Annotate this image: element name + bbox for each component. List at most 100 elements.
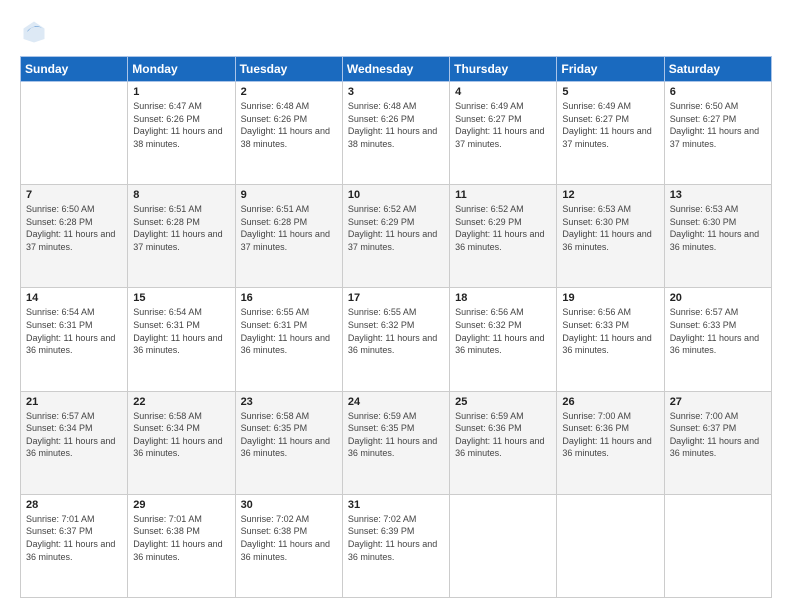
calendar-cell: 31Sunrise: 7:02 AMSunset: 6:39 PMDayligh… (342, 494, 449, 597)
calendar-week-row: 1 Sunrise: 6:47 AMSunset: 6:26 PMDaylight… (21, 82, 772, 185)
calendar-cell (557, 494, 664, 597)
calendar-day-header: Monday (128, 57, 235, 82)
day-number: 23 (241, 396, 337, 408)
day-number: 9 (241, 189, 337, 201)
calendar-cell: 11 Sunrise: 6:52 AMSunset: 6:29 PMDayligh… (450, 185, 557, 288)
cell-info: Sunrise: 6:47 AMSunset: 6:26 PMDaylight:… (133, 100, 229, 150)
day-number: 22 (133, 396, 229, 408)
calendar-cell: 22 Sunrise: 6:58 AMSunset: 6:34 PMDayligh… (128, 391, 235, 494)
cell-info: Sunrise: 6:49 AMSunset: 6:27 PMDaylight:… (455, 100, 551, 150)
cell-info: Sunrise: 6:50 AMSunset: 6:27 PMDaylight:… (670, 100, 766, 150)
day-number: 19 (562, 292, 658, 304)
calendar-table: SundayMondayTuesdayWednesdayThursdayFrid… (20, 56, 772, 598)
day-number: 30 (241, 499, 337, 511)
cell-info: Sunrise: 6:53 AMSunset: 6:30 PMDaylight:… (562, 203, 658, 253)
calendar-cell: 25 Sunrise: 6:59 AMSunset: 6:36 PMDayligh… (450, 391, 557, 494)
calendar-cell: 21Sunrise: 6:57 AMSunset: 6:34 PMDayligh… (21, 391, 128, 494)
cell-info: Sunrise: 6:54 AMSunset: 6:31 PMDaylight:… (26, 306, 122, 356)
day-number: 11 (455, 189, 551, 201)
day-number: 16 (241, 292, 337, 304)
calendar-week-row: 21Sunrise: 6:57 AMSunset: 6:34 PMDayligh… (21, 391, 772, 494)
calendar-cell: 4 Sunrise: 6:49 AMSunset: 6:27 PMDaylight… (450, 82, 557, 185)
header (20, 18, 772, 46)
calendar-week-row: 7 Sunrise: 6:50 AMSunset: 6:28 PMDaylight… (21, 185, 772, 288)
cell-info: Sunrise: 6:54 AMSunset: 6:31 PMDaylight:… (133, 306, 229, 356)
day-number: 1 (133, 86, 229, 98)
calendar-cell: 7 Sunrise: 6:50 AMSunset: 6:28 PMDaylight… (21, 185, 128, 288)
day-number: 29 (133, 499, 229, 511)
calendar-header-row: SundayMondayTuesdayWednesdayThursdayFrid… (21, 57, 772, 82)
calendar-cell: 19 Sunrise: 6:56 AMSunset: 6:33 PMDayligh… (557, 288, 664, 391)
calendar-cell: 2 Sunrise: 6:48 AMSunset: 6:26 PMDaylight… (235, 82, 342, 185)
calendar-cell: 10 Sunrise: 6:52 AMSunset: 6:29 PMDayligh… (342, 185, 449, 288)
calendar-day-header: Saturday (664, 57, 771, 82)
calendar-cell: 20 Sunrise: 6:57 AMSunset: 6:33 PMDayligh… (664, 288, 771, 391)
calendar-week-row: 14 Sunrise: 6:54 AMSunset: 6:31 PMDayligh… (21, 288, 772, 391)
calendar-cell: 17 Sunrise: 6:55 AMSunset: 6:32 PMDayligh… (342, 288, 449, 391)
cell-info: Sunrise: 6:48 AMSunset: 6:26 PMDaylight:… (348, 100, 444, 150)
calendar-cell: 13 Sunrise: 6:53 AMSunset: 6:30 PMDayligh… (664, 185, 771, 288)
day-number: 12 (562, 189, 658, 201)
cell-info: Sunrise: 6:49 AMSunset: 6:27 PMDaylight:… (562, 100, 658, 150)
calendar-cell: 15 Sunrise: 6:54 AMSunset: 6:31 PMDayligh… (128, 288, 235, 391)
calendar-cell (450, 494, 557, 597)
day-number: 7 (26, 189, 122, 201)
cell-info: Sunrise: 6:57 AMSunset: 6:33 PMDaylight:… (670, 306, 766, 356)
calendar-week-row: 28 Sunrise: 7:01 AMSunset: 6:37 PMDayligh… (21, 494, 772, 597)
day-number: 25 (455, 396, 551, 408)
cell-info: Sunrise: 7:02 AMSunset: 6:38 PMDaylight:… (241, 513, 337, 563)
cell-info: Sunrise: 6:55 AMSunset: 6:31 PMDaylight:… (241, 306, 337, 356)
cell-info: Sunrise: 6:56 AMSunset: 6:33 PMDaylight:… (562, 306, 658, 356)
cell-info: Sunrise: 6:51 AMSunset: 6:28 PMDaylight:… (241, 203, 337, 253)
cell-info: Sunrise: 6:55 AMSunset: 6:32 PMDaylight:… (348, 306, 444, 356)
cell-info: Sunrise: 6:52 AMSunset: 6:29 PMDaylight:… (455, 203, 551, 253)
day-number: 18 (455, 292, 551, 304)
calendar-cell: 26Sunrise: 7:00 AMSunset: 6:36 PMDayligh… (557, 391, 664, 494)
day-number: 3 (348, 86, 444, 98)
calendar-cell: 3 Sunrise: 6:48 AMSunset: 6:26 PMDaylight… (342, 82, 449, 185)
page: SundayMondayTuesdayWednesdayThursdayFrid… (0, 0, 792, 612)
calendar-cell: 23Sunrise: 6:58 AMSunset: 6:35 PMDayligh… (235, 391, 342, 494)
day-number: 24 (348, 396, 444, 408)
day-number: 6 (670, 86, 766, 98)
cell-info: Sunrise: 7:00 AMSunset: 6:36 PMDaylight:… (562, 410, 658, 460)
calendar-cell: 29 Sunrise: 7:01 AMSunset: 6:38 PMDayligh… (128, 494, 235, 597)
calendar-day-header: Thursday (450, 57, 557, 82)
day-number: 27 (670, 396, 766, 408)
day-number: 2 (241, 86, 337, 98)
cell-info: Sunrise: 6:58 AMSunset: 6:34 PMDaylight:… (133, 410, 229, 460)
calendar-cell: 9 Sunrise: 6:51 AMSunset: 6:28 PMDaylight… (235, 185, 342, 288)
cell-info: Sunrise: 6:52 AMSunset: 6:29 PMDaylight:… (348, 203, 444, 253)
cell-info: Sunrise: 6:50 AMSunset: 6:28 PMDaylight:… (26, 203, 122, 253)
day-number: 5 (562, 86, 658, 98)
day-number: 10 (348, 189, 444, 201)
day-number: 14 (26, 292, 122, 304)
calendar-day-header: Wednesday (342, 57, 449, 82)
cell-info: Sunrise: 6:59 AMSunset: 6:35 PMDaylight:… (348, 410, 444, 460)
day-number: 15 (133, 292, 229, 304)
calendar-cell: 30 Sunrise: 7:02 AMSunset: 6:38 PMDayligh… (235, 494, 342, 597)
cell-info: Sunrise: 6:59 AMSunset: 6:36 PMDaylight:… (455, 410, 551, 460)
logo-icon (20, 18, 48, 46)
cell-info: Sunrise: 6:53 AMSunset: 6:30 PMDaylight:… (670, 203, 766, 253)
calendar-cell: 6 Sunrise: 6:50 AMSunset: 6:27 PMDaylight… (664, 82, 771, 185)
logo (20, 18, 52, 46)
calendar-cell: 8Sunrise: 6:51 AMSunset: 6:28 PMDaylight… (128, 185, 235, 288)
cell-info: Sunrise: 6:51 AMSunset: 6:28 PMDaylight:… (133, 203, 229, 253)
calendar-cell: 18Sunrise: 6:56 AMSunset: 6:32 PMDayligh… (450, 288, 557, 391)
day-number: 20 (670, 292, 766, 304)
cell-info: Sunrise: 7:01 AMSunset: 6:38 PMDaylight:… (133, 513, 229, 563)
calendar-cell (21, 82, 128, 185)
day-number: 13 (670, 189, 766, 201)
day-number: 17 (348, 292, 444, 304)
cell-info: Sunrise: 6:48 AMSunset: 6:26 PMDaylight:… (241, 100, 337, 150)
day-number: 28 (26, 499, 122, 511)
calendar-cell: 16 Sunrise: 6:55 AMSunset: 6:31 PMDayligh… (235, 288, 342, 391)
day-number: 31 (348, 499, 444, 511)
day-number: 4 (455, 86, 551, 98)
calendar-cell: 24 Sunrise: 6:59 AMSunset: 6:35 PMDayligh… (342, 391, 449, 494)
calendar-day-header: Sunday (21, 57, 128, 82)
cell-info: Sunrise: 7:01 AMSunset: 6:37 PMDaylight:… (26, 513, 122, 563)
calendar-cell: 5 Sunrise: 6:49 AMSunset: 6:27 PMDaylight… (557, 82, 664, 185)
calendar-cell: 27Sunrise: 7:00 AMSunset: 6:37 PMDayligh… (664, 391, 771, 494)
